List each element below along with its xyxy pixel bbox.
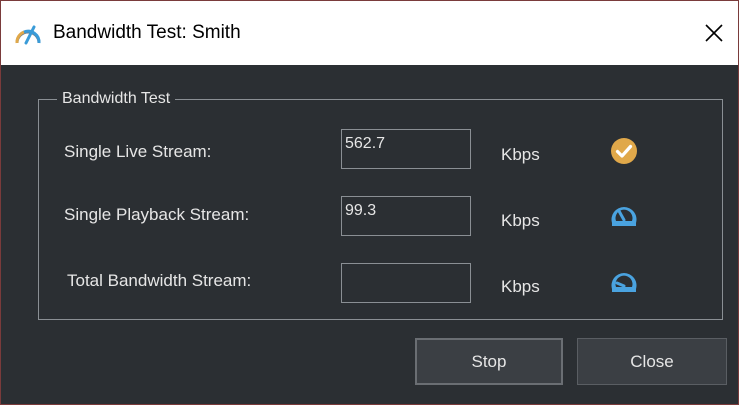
single-playback-stream-unit: Kbps <box>501 211 540 230</box>
total-bandwidth-stream-field[interactable] <box>341 263 471 303</box>
single-live-stream-unit: Kbps <box>501 145 540 164</box>
bandwidth-test-dialog: Bandwidth Test: Smith Bandwidth Test Sin… <box>0 0 739 405</box>
single-playback-stream-field[interactable]: 99.3 <box>341 196 471 236</box>
single-playback-stream-label: Single Playback Stream: <box>64 205 250 224</box>
checkmark-circle-icon <box>611 138 637 164</box>
gauge-icon <box>611 273 637 292</box>
single-live-stream-label: Single Live Stream: <box>64 142 212 161</box>
stop-button[interactable]: Stop <box>415 338 563 385</box>
total-bandwidth-stream-label: Total Bandwidth Stream: <box>67 271 252 290</box>
gauge-icon <box>611 207 637 226</box>
total-bandwidth-stream-unit: Kbps <box>501 277 540 296</box>
group-title: Bandwidth Test <box>57 89 176 109</box>
single-live-stream-field[interactable]: 562.7 <box>341 129 471 169</box>
close-icon[interactable] <box>700 19 728 47</box>
title-bar: Bandwidth Test: Smith <box>1 1 738 65</box>
dialog-body: Bandwidth Test Single Live Stream: 562.7… <box>1 65 738 404</box>
close-button[interactable]: Close <box>577 338 727 385</box>
speedometer-icon <box>15 25 41 45</box>
window-title: Bandwidth Test: Smith <box>53 22 241 43</box>
